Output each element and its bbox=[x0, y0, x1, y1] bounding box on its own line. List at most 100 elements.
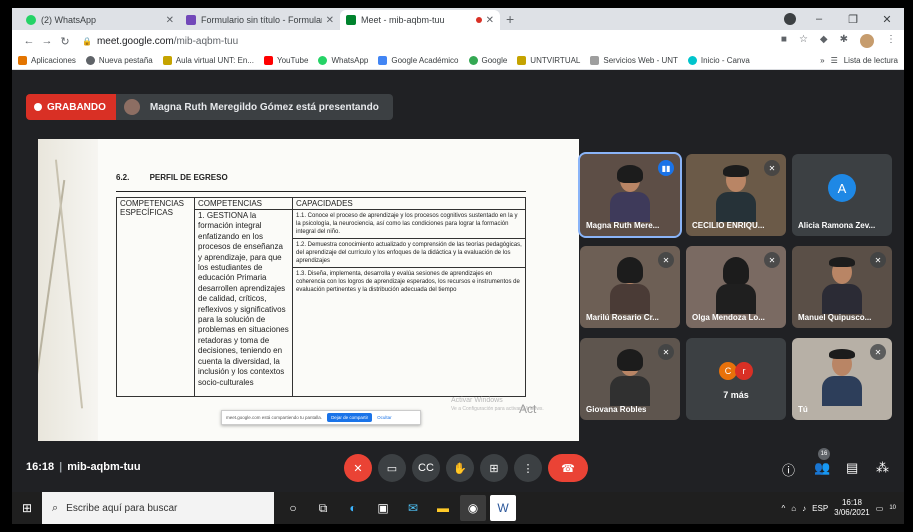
meeting-info-icon[interactable]: ⓘ bbox=[782, 460, 795, 479]
task-view-icon[interactable]: ⧉ bbox=[310, 495, 336, 521]
windows-start-icon[interactable]: ⊞ bbox=[12, 501, 42, 515]
bookmarks-right: » ☰ Lista de lectura bbox=[820, 56, 898, 65]
column-header: COMPETENCIAS bbox=[194, 197, 293, 210]
user-avatar[interactable] bbox=[860, 34, 874, 48]
store-icon[interactable]: ▣ bbox=[370, 495, 396, 521]
tab-whatsapp[interactable]: (2) WhatsApp ✕ bbox=[20, 10, 180, 30]
separator: | bbox=[59, 461, 63, 473]
word-icon[interactable]: W bbox=[490, 495, 516, 521]
forward-arrow-icon[interactable]: → bbox=[38, 35, 56, 47]
close-tab-icon[interactable]: ✕ bbox=[326, 15, 334, 26]
stop-sharing-button[interactable]: Dejar de compartir bbox=[327, 413, 373, 422]
bookmark-item[interactable]: UNTVIRTUAL bbox=[517, 56, 580, 65]
notification-count: 10 bbox=[889, 505, 896, 511]
close-tab-icon[interactable]: ✕ bbox=[486, 15, 494, 26]
bookmark-item[interactable]: Google Académico bbox=[378, 56, 459, 65]
close-window-button[interactable]: ✕ bbox=[870, 13, 904, 26]
bookmark-label: Inicio - Canva bbox=[700, 56, 750, 65]
chat-icon[interactable]: ▤ bbox=[846, 460, 858, 476]
bookmarks-overflow-button[interactable]: » bbox=[820, 56, 824, 65]
more-options-button[interactable]: ⋮ bbox=[514, 454, 542, 482]
bookmarks-bar: Aplicaciones Nueva pestaña Aula virtual … bbox=[12, 52, 904, 70]
network-icon[interactable]: ⌂ bbox=[791, 504, 796, 513]
meeting-details[interactable]: 16:18 | mib-aqbm-tuu bbox=[26, 461, 141, 473]
taskbar-clock[interactable]: 16:18 3/06/2021 bbox=[834, 498, 870, 518]
competency-cell: 1. GESTIONA la formación integral enfati… bbox=[194, 209, 293, 397]
bookmark-item[interactable]: YouTube bbox=[264, 56, 308, 65]
participant-tile[interactable]: A Alicia Ramona Zev... bbox=[792, 154, 892, 236]
puzzle-icon[interactable]: ✱ bbox=[840, 34, 848, 48]
google-icon bbox=[468, 56, 478, 65]
tab-formulario[interactable]: Formulario sin título - Formulario ✕ bbox=[180, 10, 340, 30]
presenter-avatar bbox=[123, 99, 140, 115]
camera-button[interactable]: ▭ bbox=[378, 454, 406, 482]
bookmark-item[interactable]: WhatsApp bbox=[318, 56, 368, 65]
hang-up-button[interactable]: ☎ bbox=[548, 454, 588, 482]
share-notice-text: meet.google.com está compartiendo tu pan… bbox=[226, 415, 323, 420]
bookmark-item[interactable]: Aplicaciones bbox=[18, 56, 76, 65]
people-icon[interactable]: 👥 bbox=[814, 460, 830, 476]
participant-tile[interactable]: ▮▮ Magna Ruth Mere... bbox=[578, 152, 682, 238]
mic-off-button[interactable]: ✕ bbox=[344, 454, 372, 482]
back-arrow-icon[interactable]: ← bbox=[20, 35, 38, 47]
bookmark-item[interactable]: Inicio - Canva bbox=[687, 56, 750, 65]
file-explorer-icon[interactable]: ▬ bbox=[430, 495, 456, 521]
profile-indicator-icon[interactable] bbox=[784, 13, 796, 25]
cortana-icon[interactable]: ○ bbox=[280, 495, 306, 521]
participant-tile[interactable]: ✕ Manuel Quipusco... bbox=[792, 246, 892, 328]
participant-video bbox=[716, 165, 756, 222]
volume-icon[interactable]: ♪ bbox=[802, 504, 806, 513]
bookmark-item[interactable]: Google bbox=[468, 56, 508, 65]
tab-label: Meet - mib-aqbm-tuu bbox=[361, 15, 445, 25]
bookmark-star-icon[interactable]: ☆ bbox=[799, 34, 808, 48]
search-icon: ⌕ bbox=[52, 501, 59, 514]
participant-tile[interactable]: ✕ CECILIO ENRIQU... bbox=[686, 154, 786, 236]
chrome-taskbar-icon[interactable]: ◉ bbox=[460, 495, 486, 521]
url-field[interactable]: 🔒 meet.google.com/mib-aqbm-tuu bbox=[82, 36, 781, 47]
mail-icon[interactable]: ✉ bbox=[400, 495, 426, 521]
minimize-button[interactable]: – bbox=[802, 13, 836, 25]
bookmark-label: Google bbox=[481, 56, 508, 65]
hide-notice-button[interactable]: Ocultar bbox=[377, 415, 392, 420]
extension-icon[interactable]: ◆ bbox=[820, 34, 828, 48]
capacity-item: 1.3. Diseña, implementa, desarrolla y ev… bbox=[296, 271, 520, 293]
mic-off-icon: ✕ bbox=[764, 160, 780, 176]
reading-list-button[interactable]: Lista de lectura bbox=[844, 56, 898, 65]
restore-button[interactable]: ❐ bbox=[836, 13, 870, 26]
self-view-tile[interactable]: ✕ Tú bbox=[792, 338, 892, 420]
capacity-item: 1.2. Demuestra conocimiento actualizado … bbox=[293, 239, 525, 268]
bookmark-item[interactable]: Servicios Web - UNT bbox=[590, 56, 678, 65]
bookmark-item[interactable]: Nueva pestaña bbox=[85, 56, 153, 65]
tab-meet[interactable]: Meet - mib-aqbm-tuu ✕ bbox=[340, 10, 500, 30]
edge-icon[interactable]: ◐ bbox=[340, 495, 366, 521]
captions-button[interactable]: CC bbox=[412, 454, 440, 482]
bookmark-item[interactable]: Aula virtual UNT: En... bbox=[162, 56, 254, 65]
bookmark-label: YouTube bbox=[277, 56, 309, 65]
new-tab-button[interactable]: + bbox=[506, 11, 514, 27]
camera-indicator-icon[interactable]: ■ bbox=[781, 34, 787, 48]
participant-tile[interactable]: ✕ Olga Mendoza Lo... bbox=[686, 246, 786, 328]
menu-dots-icon[interactable]: ⋮ bbox=[886, 34, 896, 48]
present-button[interactable]: ⊞ bbox=[480, 454, 508, 482]
language-indicator[interactable]: ESP bbox=[812, 504, 828, 513]
reload-icon[interactable]: ↻ bbox=[56, 35, 74, 48]
chrome-icon bbox=[85, 56, 95, 65]
raise-hand-button[interactable]: ✋ bbox=[446, 454, 474, 482]
activities-icon[interactable]: ⁂ bbox=[876, 460, 889, 476]
more-participants-label: 7 más bbox=[723, 390, 749, 400]
notifications-icon[interactable]: ▭ bbox=[876, 504, 884, 513]
windows-activation-watermark: Activar Windows Ve a Configuración para … bbox=[451, 397, 544, 415]
shared-screen[interactable]: 6.2. PERFIL DE EGRESO COMPETENCIAS ESPEC… bbox=[38, 139, 579, 441]
more-participants-tile[interactable]: C r 7 más bbox=[686, 338, 786, 420]
mic-off-icon: ✕ bbox=[658, 344, 674, 360]
participant-tile[interactable]: ✕ Marilú Rosario Cr... bbox=[580, 246, 680, 328]
taskbar-search-box[interactable]: ⌕ Escribe aquí para buscar bbox=[42, 492, 274, 524]
participant-count-badge: 16 bbox=[818, 448, 830, 460]
tray-overflow-icon[interactable]: ^ bbox=[782, 504, 786, 513]
participant-name: Alicia Ramona Zev... bbox=[798, 221, 876, 230]
close-tab-icon[interactable]: ✕ bbox=[166, 15, 174, 26]
url-host: meet.google.com bbox=[96, 35, 174, 47]
participant-tile[interactable]: ✕ Giovana Robles bbox=[580, 338, 680, 420]
record-dot-icon bbox=[34, 103, 42, 111]
bookmark-label: Google Académico bbox=[391, 56, 459, 65]
